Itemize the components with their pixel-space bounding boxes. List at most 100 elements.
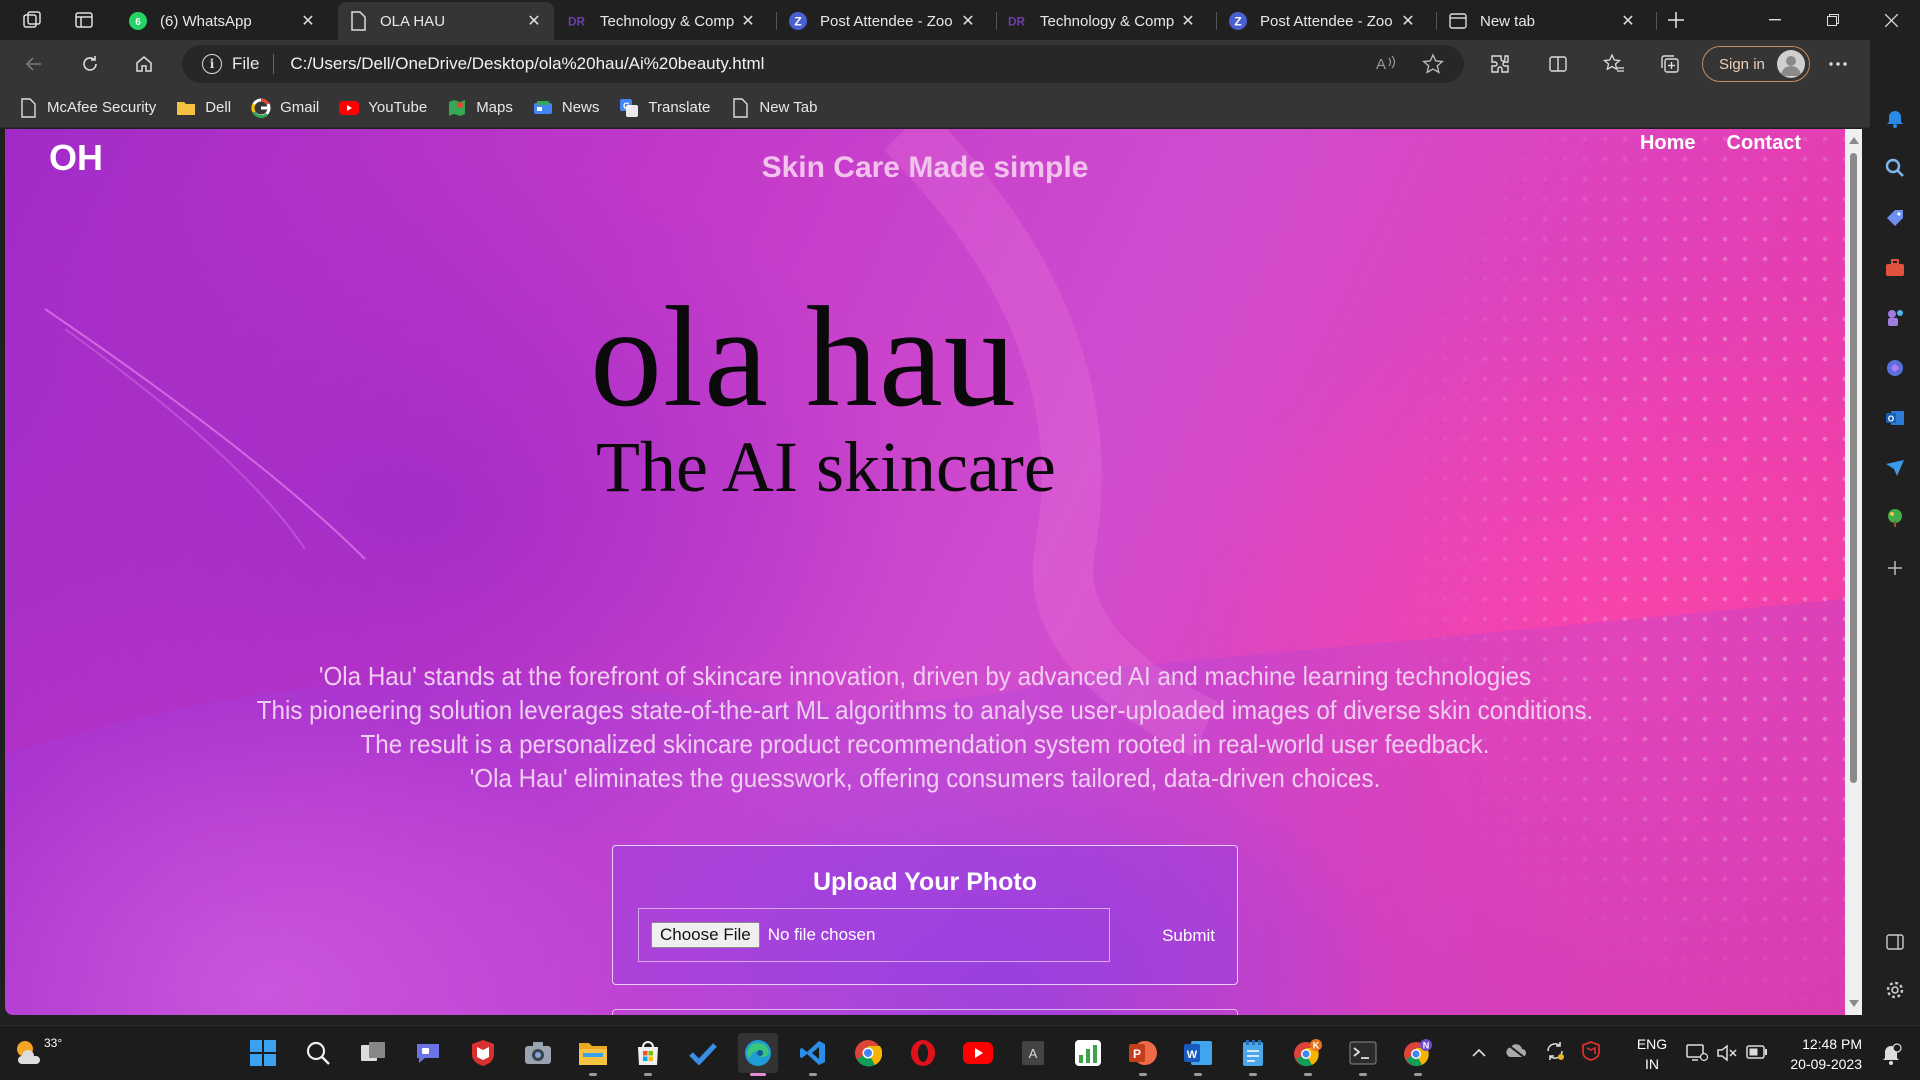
edge-icon[interactable] bbox=[738, 1033, 778, 1076]
clock[interactable]: 12:48 PM 20-09-2023 bbox=[1782, 1034, 1862, 1074]
mcafee-tray-icon[interactable] bbox=[1582, 1041, 1600, 1066]
mcafee-icon[interactable] bbox=[463, 1033, 503, 1073]
home-icon[interactable] bbox=[128, 48, 160, 80]
terminal-icon[interactable] bbox=[1343, 1033, 1383, 1076]
start-windows-icon[interactable] bbox=[243, 1033, 283, 1073]
bookmark-mcafee[interactable]: McAfee Security bbox=[18, 97, 156, 118]
bookmark-new-tab[interactable]: New Tab bbox=[730, 97, 818, 118]
games-icon[interactable] bbox=[1879, 302, 1911, 334]
tab-zoom[interactable]: Z Post Attendee - Zoo ✕ bbox=[778, 2, 988, 40]
scroll-down-arrow-icon[interactable] bbox=[1849, 1000, 1859, 1007]
word-icon[interactable]: W bbox=[1178, 1033, 1218, 1076]
bookmark-news[interactable]: News bbox=[533, 98, 599, 118]
back-icon[interactable] bbox=[18, 48, 50, 80]
tab-technology-2[interactable]: DR Technology & Comp ✕ bbox=[998, 2, 1208, 40]
close-icon[interactable]: ✕ bbox=[1398, 11, 1418, 31]
notepad-icon[interactable] bbox=[1233, 1033, 1273, 1076]
copilot-sidebar-icon[interactable] bbox=[1879, 352, 1911, 384]
close-icon[interactable]: ✕ bbox=[1618, 11, 1638, 31]
search-icon[interactable] bbox=[1879, 152, 1911, 184]
search-taskbar-icon[interactable] bbox=[298, 1033, 338, 1073]
page-viewport[interactable]: OH Skin Care Made simple Home Contact ol… bbox=[5, 129, 1845, 1015]
collections-icon[interactable] bbox=[1654, 48, 1686, 80]
settings-gear-icon[interactable] bbox=[1879, 974, 1911, 1006]
powerpoint-icon[interactable]: P bbox=[1123, 1033, 1163, 1076]
shopping-tag-icon[interactable] bbox=[1879, 202, 1911, 234]
tab-new-tab[interactable]: New tab ✕ bbox=[1438, 2, 1648, 40]
page-scrollbar[interactable] bbox=[1845, 129, 1862, 1015]
onedrive-icon[interactable] bbox=[1504, 1043, 1528, 1064]
send-icon[interactable] bbox=[1879, 452, 1911, 484]
more-options-icon[interactable] bbox=[1822, 48, 1854, 80]
network-icon[interactable] bbox=[1686, 1043, 1709, 1068]
bookmark-gmail[interactable]: Gmail bbox=[251, 97, 319, 118]
bookmark-dell[interactable]: Dell bbox=[176, 98, 231, 118]
close-icon[interactable]: ✕ bbox=[298, 11, 318, 31]
window-close-icon[interactable] bbox=[1862, 0, 1920, 40]
opera-icon[interactable] bbox=[903, 1033, 943, 1073]
language-indicator[interactable]: ENG IN bbox=[1634, 1034, 1670, 1074]
scroll-up-arrow-icon[interactable] bbox=[1849, 137, 1859, 144]
file-explorer-icon[interactable] bbox=[573, 1033, 613, 1076]
nav-contact-link[interactable]: Contact bbox=[1727, 132, 1801, 155]
bookmark-youtube[interactable]: YouTube bbox=[339, 98, 427, 118]
chrome-profile-k-icon[interactable]: K bbox=[1288, 1033, 1328, 1076]
close-icon[interactable]: ✕ bbox=[958, 11, 978, 31]
sync-icon[interactable] bbox=[1544, 1040, 1566, 1067]
bookmark-translate[interactable]: G Translate bbox=[619, 98, 710, 118]
refresh-icon[interactable] bbox=[74, 48, 106, 80]
bookmark-maps[interactable]: Maps bbox=[447, 98, 513, 118]
site-info-icon[interactable]: i bbox=[202, 54, 222, 74]
extensions-icon[interactable] bbox=[1484, 48, 1516, 80]
add-icon[interactable] bbox=[1879, 552, 1911, 584]
tree-icon[interactable] bbox=[1879, 502, 1911, 534]
close-icon[interactable]: ✕ bbox=[524, 11, 544, 31]
sign-in-button[interactable]: Sign in bbox=[1702, 46, 1810, 82]
close-icon[interactable]: ✕ bbox=[1178, 11, 1198, 31]
file-input[interactable]: Choose File No file chosen bbox=[638, 908, 1110, 962]
tools-briefcase-icon[interactable] bbox=[1879, 252, 1911, 284]
minimize-icon[interactable] bbox=[1746, 0, 1804, 40]
nav-home-link[interactable]: Home bbox=[1640, 132, 1696, 155]
chrome-icon[interactable] bbox=[848, 1033, 888, 1073]
font-app-icon[interactable]: A bbox=[1013, 1033, 1053, 1073]
tab-actions-icon[interactable] bbox=[68, 4, 100, 36]
split-screen-icon[interactable] bbox=[1542, 48, 1574, 80]
stocks-app-icon[interactable] bbox=[1068, 1033, 1108, 1073]
new-tab-plus-icon[interactable] bbox=[1660, 4, 1692, 36]
tab-zoom-2[interactable]: Z Post Attendee - Zoo ✕ bbox=[1218, 2, 1428, 40]
outlook-icon[interactable]: O bbox=[1879, 402, 1911, 434]
microsoft-store-icon[interactable] bbox=[628, 1033, 668, 1076]
battery-icon[interactable] bbox=[1746, 1045, 1768, 1064]
read-aloud-icon[interactable]: A bbox=[1376, 54, 1398, 79]
notification-center-icon[interactable] bbox=[1880, 1043, 1902, 1070]
address-url[interactable]: C:/Users/Dell/OneDrive/Desktop/ola%20hau… bbox=[290, 54, 764, 74]
hide-sidebar-icon[interactable] bbox=[1879, 926, 1911, 958]
vscode-icon[interactable] bbox=[793, 1033, 833, 1076]
youtube-taskbar-icon[interactable] bbox=[958, 1033, 998, 1073]
volume-muted-icon[interactable] bbox=[1716, 1044, 1738, 1067]
favorites-icon[interactable] bbox=[1598, 48, 1630, 80]
weather-widget[interactable]: 33° bbox=[12, 1034, 62, 1069]
tab-ola-hau[interactable]: OLA HAU ✕ bbox=[338, 2, 554, 40]
chevron-up-icon[interactable] bbox=[1472, 1045, 1486, 1063]
teams-chat-icon[interactable] bbox=[408, 1033, 448, 1073]
tab-technology[interactable]: DR Technology & Comp ✕ bbox=[558, 2, 768, 40]
workspaces-icon[interactable] bbox=[16, 4, 48, 36]
description-line: 'Ola Hau' eliminates the guesswork, offe… bbox=[469, 763, 1381, 793]
task-view-icon[interactable] bbox=[353, 1033, 393, 1073]
notification-bell-icon[interactable] bbox=[1879, 102, 1911, 134]
favorite-star-icon[interactable] bbox=[1422, 53, 1444, 80]
scroll-thumb[interactable] bbox=[1850, 153, 1857, 783]
restore-icon[interactable] bbox=[1804, 0, 1862, 40]
camera-icon[interactable] bbox=[518, 1033, 558, 1073]
weather-sun-icon bbox=[12, 1034, 42, 1069]
address-bar[interactable]: i File C:/Users/Dell/OneDrive/Desktop/ol… bbox=[182, 45, 1464, 83]
close-icon[interactable]: ✕ bbox=[738, 11, 758, 31]
chrome-profile-n-icon[interactable]: N bbox=[1398, 1033, 1438, 1076]
todo-icon[interactable] bbox=[683, 1033, 723, 1073]
tab-whatsapp[interactable]: 6 (6) WhatsApp ✕ bbox=[118, 2, 328, 40]
bookmark-label: New Tab bbox=[759, 99, 818, 116]
choose-file-button[interactable]: Choose File bbox=[651, 922, 760, 948]
submit-button[interactable]: Submit bbox=[1162, 926, 1215, 946]
